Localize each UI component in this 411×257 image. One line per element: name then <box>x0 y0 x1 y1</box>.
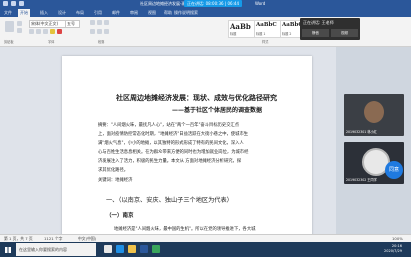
align-center-icon[interactable] <box>97 29 102 34</box>
body-paragraph: 地摊经济是"人间烟火味，最中国的生机"。所以在党的领导推进下，各大城 <box>114 227 256 232</box>
bullets-icon[interactable] <box>90 20 95 25</box>
tab-references[interactable]: 引用 <box>94 10 102 16</box>
redo-icon[interactable] <box>19 1 24 6</box>
copy-icon[interactable] <box>17 28 22 33</box>
recording-badge[interactable]: 正在讲话: 08:00:36 | 06:44 <box>184 0 243 7</box>
search-placeholder: 在这里输入你要搜索的内容 <box>19 247 67 252</box>
taskbar-search[interactable]: 在这里输入你要搜索的内容 <box>16 243 96 256</box>
tab-view[interactable]: 视图 <box>148 10 156 16</box>
abstract-line: 满"烟火气息"，小小的地摊，以其独特的形式形成了特有的民间文化，深入人 <box>98 141 244 146</box>
abstract-line: 摘要："人间烟火味，最抚凡人心"，站在"两个一百年"奋斗目标历史交汇点 <box>98 123 240 128</box>
mute-button[interactable]: 静音 <box>302 29 329 37</box>
participant-name: 2019032301 林小红 <box>346 130 377 134</box>
bold-icon[interactable] <box>29 29 34 34</box>
cut-icon[interactable] <box>17 21 22 26</box>
meeting-panel: 2019032301 林小红 2019032302 王同学 <box>336 47 411 249</box>
section-heading: 一、（以南京、安庆、独山子三个地区为代表） <box>106 197 233 204</box>
paste-icon[interactable] <box>5 21 14 32</box>
doc-title: 社区周边地摊经济发展：现状、成效与优化路径研究 <box>116 93 277 102</box>
align-right-icon[interactable] <box>104 29 109 34</box>
zoom-level[interactable]: 100% <box>392 236 403 241</box>
document-page[interactable]: 社区周边地摊经济发展：现状、成效与优化路径研究 ——基于社区个体居民的调查数据 … <box>62 56 312 249</box>
group-clipboard: 剪贴板 <box>4 40 14 44</box>
abstract-line: 济发展注入了活力，积极的民生力量。本文从 方面对地摊经济分析研究，探 <box>98 159 242 164</box>
align-left-icon[interactable] <box>90 29 95 34</box>
word-app-icon[interactable] <box>140 245 148 253</box>
file-explorer-icon[interactable] <box>128 245 136 253</box>
windows-start-icon[interactable] <box>0 242 15 257</box>
keywords: 关键词：地摊经济 <box>98 178 133 183</box>
meeting-app-icon[interactable] <box>152 245 160 253</box>
undo-icon[interactable] <box>11 1 16 6</box>
tab-review[interactable]: 审阅 <box>130 10 138 16</box>
tab-help[interactable]: 帮助 <box>164 10 172 16</box>
popup-title: 正在讲话: 王老师 <box>303 20 334 25</box>
underline-icon[interactable] <box>43 29 48 34</box>
app-label: Word <box>255 1 266 6</box>
video-tile[interactable]: 2019032301 林小红 <box>344 94 404 136</box>
doc-subtitle: ——基于社区个体居民的调查数据 <box>172 107 263 114</box>
meeting-popup: 正在讲话: 王老师 静音 视频 <box>300 18 360 40</box>
title-bar: 社区周边地摊经济发展·现状.docx - Word 正在讲话: 08:00:36… <box>0 0 411 9</box>
sub-heading: （一）南京 <box>106 213 134 219</box>
system-clock[interactable]: 20:16 2020/7/29 <box>378 244 402 254</box>
clock-date: 2020/7/29 <box>384 249 402 253</box>
style-label: 标题 <box>230 32 237 36</box>
abstract-line: 上，面对疫情防控常态化时期，"地摊经济"日益活跃在大街小巷之中，使城市生 <box>98 132 249 137</box>
font-name-select[interactable]: 宋体(中文正文) <box>29 20 66 28</box>
edge-browser-icon[interactable] <box>116 245 124 253</box>
tab-design[interactable]: 设计 <box>58 10 66 16</box>
tab-home[interactable]: 开始 <box>18 9 30 17</box>
task-view-icon[interactable] <box>104 245 112 253</box>
style-preview: AaBbC <box>256 22 277 28</box>
tab-mailings[interactable]: 邮件 <box>112 10 120 16</box>
style-title[interactable]: AaBb 标题 <box>228 20 255 38</box>
numbering-icon[interactable] <box>97 20 102 25</box>
ribbon-tabs: 文件 开始 插入 设计 布局 引用 邮件 审阅 视图 帮助 操作说明搜索 <box>0 9 411 17</box>
abstract-line: 求其优化路径。 <box>98 168 129 173</box>
tell-me-search[interactable]: 操作说明搜索 <box>174 10 198 16</box>
tab-insert[interactable]: 插入 <box>40 10 48 16</box>
group-paragraph: 段落 <box>98 40 105 44</box>
group-styles: 样式 <box>262 40 269 44</box>
abstract-line: 心与百姓生活息息相关。在为群众带来方便的同时也为增加就业岗位，为城市经 <box>98 150 249 155</box>
indent-icon[interactable] <box>104 20 109 25</box>
save-icon[interactable] <box>3 1 8 6</box>
group-font: 字体 <box>48 40 55 44</box>
quick-access-toolbar <box>3 1 24 6</box>
participant-name: 2019032302 王同学 <box>346 178 377 182</box>
tab-layout[interactable]: 布局 <box>76 10 84 16</box>
style-label: 标题 1 <box>256 32 266 36</box>
video-button[interactable]: 视频 <box>331 29 358 37</box>
highlight-icon[interactable] <box>50 29 55 34</box>
style-heading-1[interactable]: AaBbC 标题 1 <box>254 20 281 38</box>
style-label: 标题 2 <box>282 32 292 36</box>
tab-file[interactable]: 文件 <box>4 10 12 16</box>
style-preview: AaBb <box>230 22 251 31</box>
font-size-select[interactable]: 五号 <box>65 20 80 28</box>
participant-avatar <box>364 101 384 123</box>
agree-button[interactable]: 同意 <box>385 161 403 179</box>
font-color-icon[interactable] <box>57 29 62 34</box>
italic-icon[interactable] <box>36 29 41 34</box>
